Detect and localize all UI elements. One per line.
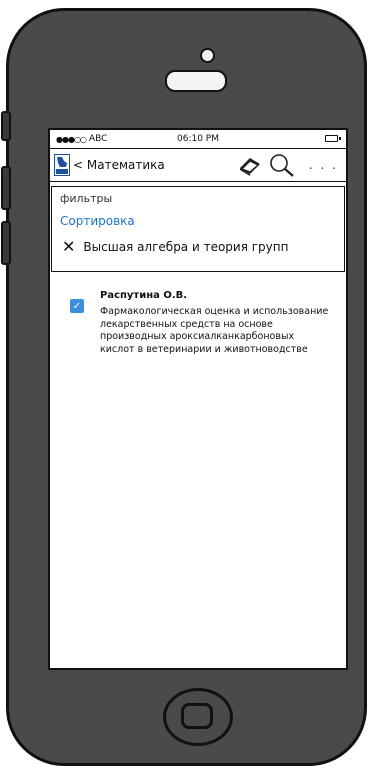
result-author: Распутина О.В. <box>100 290 188 301</box>
checkbox-icon[interactable]: ✓ <box>70 299 84 313</box>
sort-link[interactable]: Сортировка <box>60 214 336 228</box>
battery-icon <box>325 135 341 142</box>
logo-icon <box>54 154 70 176</box>
list-item[interactable]: ✓ Распутина О.В. Фармакологическая оценк… <box>50 290 346 356</box>
home-square-icon <box>181 703 213 729</box>
app-screen: ●●●○○ ABC 06:10 PM < Математика . . . фи… <box>48 128 348 670</box>
mute-switch <box>1 111 11 141</box>
back-button[interactable]: < Математика <box>73 158 165 172</box>
filters-heading: фильтры <box>60 192 113 205</box>
active-filter: ✕ Высшая алгебра и теория групп <box>60 237 336 256</box>
camera-icon <box>200 48 215 63</box>
active-filter-label: Высшая алгебра и теория групп <box>83 239 289 254</box>
filter-panel: фильтры Сортировка ✕ Высшая алгебра и те… <box>51 186 345 272</box>
nav-bar: < Математика . . . <box>50 148 346 182</box>
status-bar: ●●●○○ ABC 06:10 PM <box>50 130 346 148</box>
volume-down-button <box>1 221 11 265</box>
status-time: 06:10 PM <box>177 134 219 144</box>
volume-up-button <box>1 166 11 210</box>
search-icon[interactable] <box>269 153 295 177</box>
speaker-grille <box>165 70 227 92</box>
home-button[interactable] <box>163 688 233 746</box>
close-icon[interactable]: ✕ <box>62 237 75 256</box>
books-icon[interactable] <box>237 154 263 176</box>
more-menu-button[interactable]: . . . <box>309 158 338 172</box>
result-title[interactable]: Фармакологическая оценка и использование… <box>100 306 330 356</box>
